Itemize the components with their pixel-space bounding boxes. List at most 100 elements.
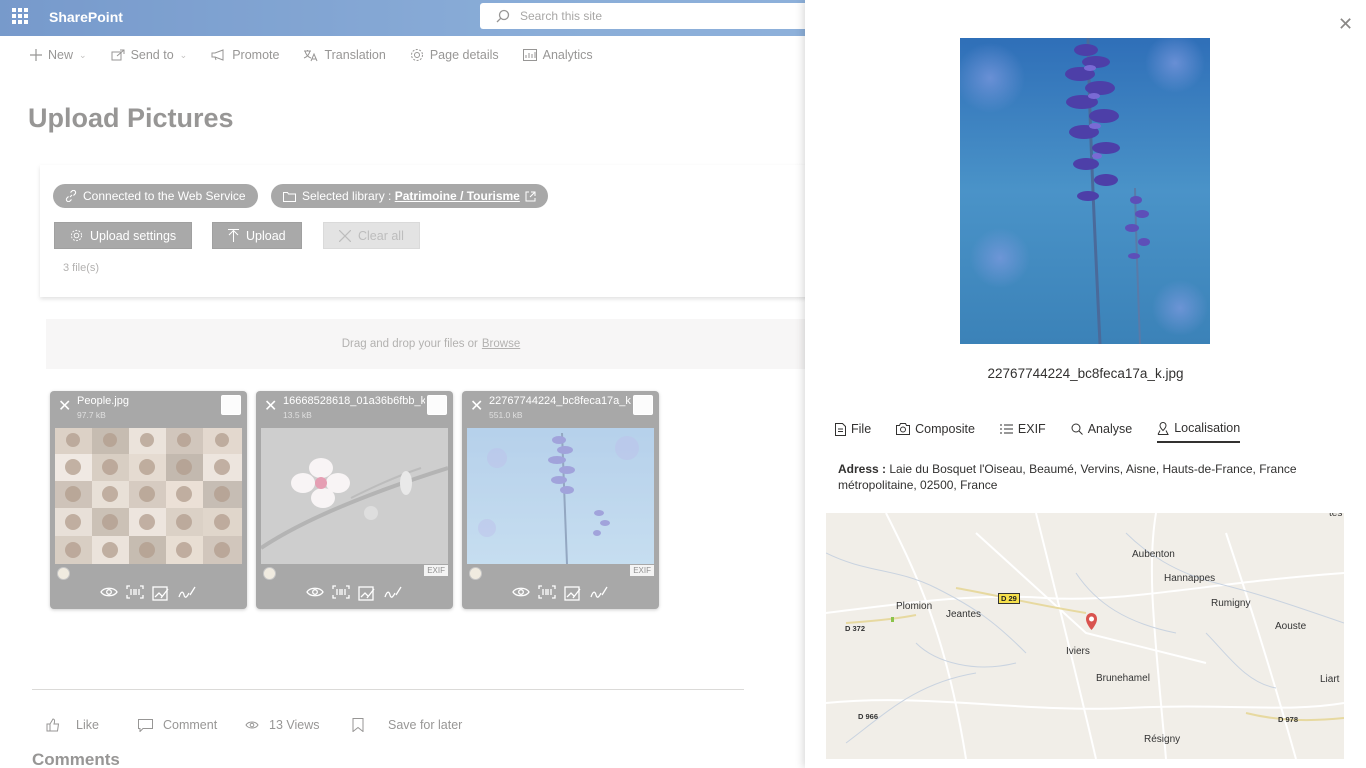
camera-icon [896,423,911,435]
divider [32,689,744,690]
analytics-button[interactable]: Analytics [522,48,593,62]
app-launcher-icon[interactable] [12,8,28,24]
panel-tabs: File Composite EXIF Analyse Localisation [835,421,1265,443]
bookmark-icon [352,718,364,732]
location-map[interactable]: Aubenton Hannappes Rumigny Plomion Jeant… [826,513,1344,759]
view-icon[interactable] [512,585,530,599]
geolocation-icon [263,567,276,580]
external-link-icon[interactable] [525,191,536,202]
promote-button[interactable]: Promote [211,48,279,62]
gear-icon [410,49,423,61]
clear-all-button[interactable]: Clear all [323,222,420,249]
file-actions [306,585,402,601]
search-input[interactable]: Search this site [520,9,602,23]
send-to-button[interactable]: Send to ⌄ [111,48,187,62]
file-actions [100,585,196,601]
browse-link[interactable]: Browse [482,338,520,350]
details-panel: ✕ 22767744224_bc8feca17a_k.jpg File Comp… [805,0,1366,768]
comments-heading: Comments [32,750,120,768]
library-prefix: Selected library : [302,189,395,203]
map-place: Résigny [1144,734,1181,745]
preview-file-name: 22767744224_bc8feca17a_k.jpg [987,366,1184,381]
file-thumbnail [55,428,242,564]
comment-button[interactable]: Comment [138,718,217,732]
view-icon[interactable] [306,585,324,599]
geolocation-icon [57,567,70,580]
signature-icon[interactable] [384,585,402,599]
map-place: Rumigny [1211,598,1251,609]
drop-zone[interactable]: Drag and drop your files or Browse [46,319,816,369]
search-icon [1071,423,1083,435]
like-button[interactable]: Like [46,718,99,732]
megaphone-icon [211,49,224,61]
translate-icon [304,49,318,61]
tab-file[interactable]: File [835,421,871,443]
file-size: 97.7 kB [77,410,106,420]
barcode-icon[interactable] [126,585,144,599]
share-icon [111,49,125,61]
file-size: 13.5 kB [283,410,312,420]
close-icon [339,229,351,242]
tab-analyse-label: Analyse [1087,422,1133,436]
tab-localisation[interactable]: Localisation [1157,421,1241,443]
barcode-icon[interactable] [332,585,350,599]
map-road-label: D 966 [858,712,879,721]
clear-all-label: Clear all [358,228,404,243]
map-road-label: D 29 [998,593,1020,604]
tab-analyse[interactable]: Analyse [1071,421,1132,443]
file-thumbnail [261,428,448,564]
page-details-button[interactable]: Page details [410,48,499,62]
edit-image-icon[interactable] [152,585,170,601]
edit-image-icon[interactable] [564,585,582,601]
command-bar: New ⌄ Send to ⌄ Promote Translation Page d… [30,44,617,66]
selected-library-badge: Selected library : Patrimoine / Tourisme [271,184,548,208]
view-icon[interactable] [100,585,118,599]
brand-name[interactable]: SharePoint [49,9,123,25]
translation-button[interactable]: Translation [303,48,386,62]
map-place: tes [1329,513,1343,519]
file-thumbnail [467,428,654,564]
analytics-icon [522,49,537,61]
map-place: Jeantes [946,609,982,620]
file-actions [512,585,608,601]
close-icon[interactable]: ✕ [1338,14,1353,35]
like-label: Like [76,718,99,732]
remove-file-icon[interactable]: ✕ [58,396,71,416]
file-tile: ✕ People.jpg 97.7 kB [50,391,247,609]
sharepoint-page: SharePoint Search this site New ⌄ Send to… [0,0,1366,768]
analytics-label: Analytics [542,48,593,62]
tab-localisation-label: Localisation [1174,421,1241,435]
tab-composite-label: Composite [915,422,975,436]
edit-image-icon[interactable] [358,585,376,601]
remove-file-icon[interactable]: ✕ [470,396,483,416]
tab-exif[interactable]: EXIF [999,421,1046,443]
views-label: 13 Views [269,718,320,732]
library-link[interactable]: Patrimoine / Tourisme [395,189,520,203]
page-details-label: Page details [429,48,499,62]
upload-button[interactable]: Upload [212,222,302,249]
map-place: Hannappes [1164,573,1216,584]
file-select-checkbox[interactable] [427,395,447,415]
tab-exif-label: EXIF [1017,422,1046,436]
remove-file-icon[interactable]: ✕ [264,396,277,416]
file-tile: ✕ 16668528618_01a36b6fbb_k.jpg 13.5 kB E… [256,391,453,609]
upload-settings-label: Upload settings [90,228,177,243]
file-select-checkbox[interactable] [221,395,241,415]
signature-icon[interactable] [178,585,196,599]
map-place: Brunehamel [1096,673,1150,684]
map-place: Liart [1320,674,1340,685]
upload-settings-button[interactable]: Upload settings [54,222,193,249]
barcode-icon[interactable] [538,585,556,599]
new-label: New [48,48,74,62]
like-icon [46,718,60,732]
new-button[interactable]: New ⌄ [30,48,87,62]
plus-icon [30,49,42,61]
promote-label: Promote [232,48,280,62]
map-place: Plomion [896,601,933,612]
upload-icon [228,229,239,242]
file-select-checkbox[interactable] [633,395,653,415]
tab-composite[interactable]: Composite [896,421,975,443]
save-for-later-button[interactable]: Save for later [352,718,462,732]
search-box[interactable]: Search this site [480,3,820,29]
signature-icon[interactable] [590,585,608,599]
